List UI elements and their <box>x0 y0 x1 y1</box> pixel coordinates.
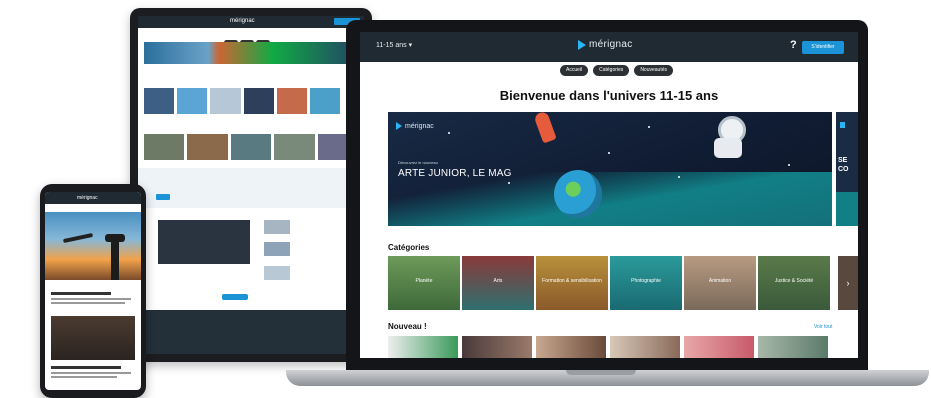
phone-device: mérignac <box>40 184 146 398</box>
phone-hero-image[interactable] <box>45 212 141 280</box>
star-decoration <box>678 176 680 178</box>
tablet-card[interactable] <box>243 88 274 114</box>
control-tower-illustration <box>111 236 119 280</box>
phone-logo: mérignac <box>77 195 98 201</box>
tablet-card[interactable] <box>144 134 185 160</box>
hero-banner[interactable]: mérignac Découvrez le nouveau ARTE JUNIO… <box>388 112 832 226</box>
hero-title: ARTE JUNIOR, LE MAG <box>398 168 512 179</box>
tablet-promo-band <box>138 168 364 208</box>
star-decoration <box>648 126 650 128</box>
hero-kicker: Découvrez le nouveau <box>398 160 438 165</box>
age-group-label: 11-15 ans <box>376 42 407 49</box>
tablet-card[interactable] <box>187 134 228 160</box>
tablet-thumb[interactable] <box>264 220 290 234</box>
carousel-next-arrow-icon[interactable]: › <box>838 256 858 310</box>
tablet-more-button[interactable] <box>222 294 248 300</box>
new-item-thumb[interactable] <box>536 336 606 358</box>
section-tabs: Accueil Catégories Nouveautés <box>560 65 673 76</box>
hero-brand-name: mérignac <box>405 122 434 130</box>
tablet-card[interactable] <box>309 88 341 114</box>
tablet-row-1 <box>144 88 341 114</box>
star-decoration <box>788 164 790 166</box>
star-decoration <box>448 132 450 134</box>
brand-name: mérignac <box>589 39 633 50</box>
phone-text-line <box>51 366 121 369</box>
tablet-card[interactable] <box>177 88 208 114</box>
brand-logo[interactable]: mérignac <box>578 39 633 50</box>
play-logo-icon <box>396 122 402 130</box>
tab-accueil[interactable]: Accueil <box>560 65 589 76</box>
tablet-footer <box>138 310 364 354</box>
login-button[interactable]: S'identifier <box>802 41 844 54</box>
laptop-notch <box>566 370 636 375</box>
tablet-thumb[interactable] <box>264 242 290 256</box>
help-icon[interactable]: ? <box>790 39 797 51</box>
phone-text-line <box>51 298 131 300</box>
new-item-thumb[interactable] <box>462 336 532 358</box>
star-decoration <box>508 182 510 184</box>
rocket-illustration <box>533 112 557 144</box>
category-card-formation[interactable]: Formation & sensibilisation <box>536 256 608 310</box>
hero-wave-decoration <box>388 172 832 226</box>
play-logo-icon <box>578 39 586 50</box>
tab-nouveautes[interactable]: Nouveautés <box>634 65 673 76</box>
tablet-card[interactable] <box>210 88 241 114</box>
category-card-animation[interactable]: Animation <box>684 256 756 310</box>
phone-text-line <box>51 292 111 295</box>
phone-text-line <box>51 372 131 374</box>
phone-text-line <box>51 302 125 304</box>
tablet-thumb[interactable] <box>264 266 290 280</box>
category-label: Justice & Société <box>774 278 814 284</box>
category-label: Formation & sensibilisation <box>542 278 602 284</box>
see-all-link[interactable]: Voir tout <box>814 324 832 330</box>
tablet-device: mérignac <box>130 8 372 362</box>
new-items-row <box>388 336 828 358</box>
tablet-row-2 <box>144 134 359 160</box>
star-decoration <box>608 152 610 154</box>
categories-heading: Catégories <box>388 243 430 252</box>
new-item-thumb[interactable] <box>388 336 458 358</box>
tablet-card[interactable] <box>230 134 272 160</box>
category-label: Planète <box>415 278 433 284</box>
tablet-feature-image[interactable] <box>158 220 250 264</box>
tablet-card[interactable] <box>276 88 307 114</box>
new-heading: Nouveau ! <box>388 322 427 331</box>
new-item-thumb[interactable] <box>610 336 680 358</box>
next-hero-logo-icon <box>840 122 851 128</box>
category-card-arts[interactable]: Arts <box>462 256 534 310</box>
chevron-down-icon: ▾ <box>408 42 413 49</box>
age-group-select[interactable]: 11-15 ans ▾ <box>376 41 412 49</box>
tablet-card[interactable] <box>274 134 315 160</box>
tab-categories[interactable]: Catégories <box>593 65 630 76</box>
tablet-promo-button[interactable] <box>156 194 170 200</box>
tablet-hero-strip[interactable] <box>144 42 358 64</box>
phone-text-line <box>51 376 117 378</box>
tablet-screen: mérignac <box>138 16 364 354</box>
category-label: Animation <box>708 278 732 284</box>
categories-carousel: Planète Arts Formation & sensibilisation… <box>388 256 830 310</box>
earth-illustration <box>554 170 602 218</box>
tablet-card[interactable] <box>144 88 175 114</box>
category-label: Arts <box>493 278 503 284</box>
category-label: Photographie <box>631 278 661 284</box>
category-card-planete[interactable]: Planète <box>388 256 460 310</box>
new-item-thumb[interactable] <box>684 336 754 358</box>
category-card-photographie[interactable]: Photographie <box>610 256 682 310</box>
next-hero-wave <box>836 192 858 226</box>
laptop-screen: 11-15 ans ▾ mérignac ? S'identifier Accu… <box>360 32 858 358</box>
phone-screen: mérignac <box>45 192 141 390</box>
new-item-thumb[interactable] <box>758 336 828 358</box>
tablet-logo: mérignac <box>230 18 255 24</box>
astronaut-body-illustration <box>714 138 742 158</box>
next-hero-title: SE CO <box>838 157 849 173</box>
phone-feature-image[interactable] <box>51 316 135 360</box>
category-card-justice[interactable]: Justice & Société <box>758 256 830 310</box>
hero-logo: mérignac <box>396 122 434 130</box>
page-title: Bienvenue dans l'univers 11-15 ans <box>499 88 719 103</box>
